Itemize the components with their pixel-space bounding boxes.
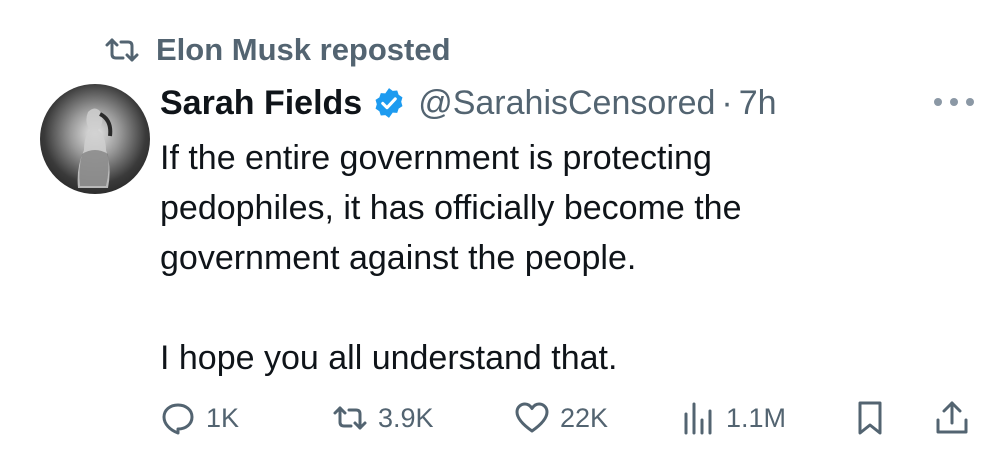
- views-count: 1.1M: [726, 402, 787, 433]
- like-count: 22K: [560, 402, 609, 433]
- tweet-line: pedophiles, it has officially become the: [160, 189, 742, 227]
- avatar[interactable]: [40, 84, 150, 194]
- bookmark-icon: [858, 401, 882, 435]
- views-button[interactable]: 1.1M: [680, 392, 786, 444]
- repost-banner[interactable]: Elon Musk reposted: [104, 30, 451, 70]
- views-chart-icon: [684, 402, 712, 435]
- repost-icon: [333, 406, 367, 430]
- tweet-line: If the entire government is protecting: [160, 139, 712, 177]
- repost-icon: [105, 38, 139, 62]
- repost-button[interactable]: 3.9K: [332, 392, 434, 444]
- separator-dot: ·: [721, 83, 733, 122]
- action-bar: 1K 3.9K 22K 1.1M: [160, 392, 972, 444]
- share-button[interactable]: [934, 392, 970, 444]
- repost-banner-text: Elon Musk reposted: [156, 32, 451, 67]
- author-name[interactable]: Sarah Fields: [160, 84, 362, 123]
- tweet-line: government against the people.: [160, 239, 637, 277]
- like-button[interactable]: 22K: [514, 392, 608, 444]
- tweet-text: If the entire government is protecting p…: [160, 133, 920, 383]
- timestamp[interactable]: 7h: [739, 84, 777, 123]
- tweet-header: Sarah Fields @SarahisCensored · 7h: [160, 80, 777, 126]
- reply-icon: [162, 403, 194, 435]
- reply-button[interactable]: 1K: [160, 392, 239, 444]
- tweet-line: I hope you all understand that.: [160, 339, 618, 377]
- repost-count: 3.9K: [378, 402, 434, 433]
- heart-icon: [515, 402, 549, 433]
- share-icon: [936, 401, 968, 434]
- tweet-line: [160, 283, 920, 333]
- reply-count: 1K: [206, 402, 240, 433]
- avatar-photo: [77, 108, 113, 188]
- author-handle[interactable]: @SarahisCensored: [418, 84, 715, 123]
- verified-badge-icon[interactable]: [372, 86, 406, 120]
- more-options-icon[interactable]: [934, 94, 974, 110]
- bookmark-button[interactable]: [852, 392, 888, 444]
